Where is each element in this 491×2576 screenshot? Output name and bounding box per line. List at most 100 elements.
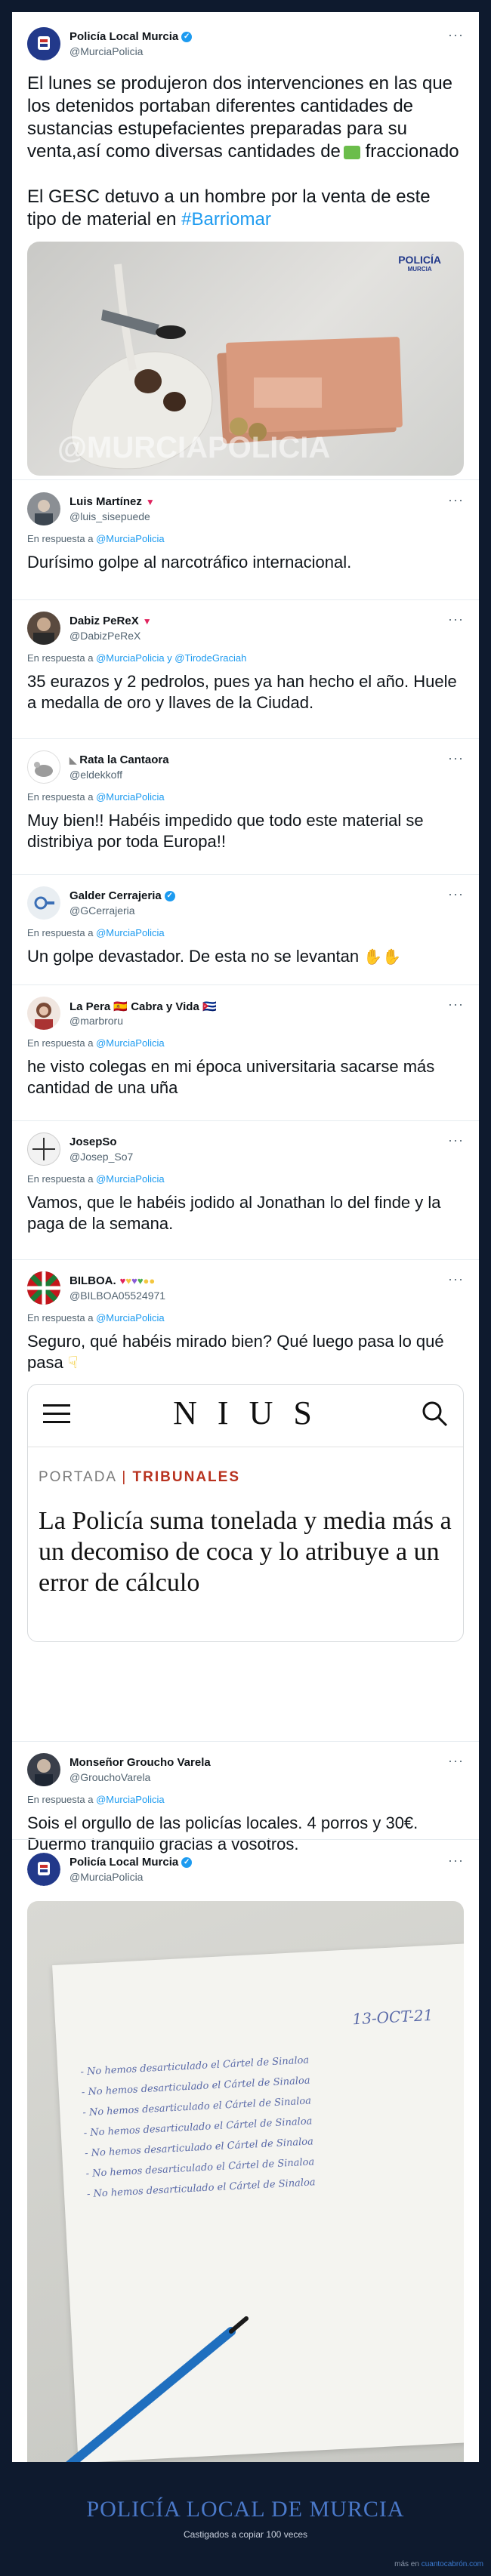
reply-context: En respuesta a @MurciaPolicia <box>27 1037 464 1049</box>
reply-mention[interactable]: @MurciaPolicia <box>96 927 165 938</box>
tweet-text: Seguro, qué habéis mirado bien? Qué lueg… <box>27 1331 464 1373</box>
notebook-photo[interactable]: 13-OCT-21 - No hemos desarticulado el Cá… <box>27 1901 464 2462</box>
avatar[interactable] <box>27 1132 60 1166</box>
tweet-text-body: Seguro, qué habéis mirado bien? Qué lueg… <box>27 1332 444 1372</box>
author-name[interactable]: JosepSo <box>69 1135 117 1148</box>
author-name-text: La Pera 🇪🇸 Cabra y Vida 🇨🇺 <box>69 1000 217 1013</box>
reply-mention[interactable]: @MurciaPolicia <box>96 791 165 803</box>
reply-tweet[interactable]: Dabiz PeReX ▼ @DabizPeReX ··· En respuest… <box>27 607 464 713</box>
embedded-article-card[interactable]: N I U S PORTADA | TRIBUNALES La Policía … <box>27 1384 464 1642</box>
avatar[interactable] <box>27 492 60 525</box>
screenshot-frame: Policía Local Murcia ✓ @MurciaPolicia ···… <box>12 12 479 2462</box>
author-name-text: JosepSo <box>69 1135 117 1148</box>
author-name-text: Policía Local Murcia <box>69 1856 179 1869</box>
footer-source[interactable]: más en cuantocabrón.com <box>394 2560 483 2568</box>
more-options-icon[interactable]: ··· <box>448 750 464 766</box>
author-handle[interactable]: @GCerrajeria <box>69 904 135 917</box>
more-options-icon[interactable]: ··· <box>448 1853 464 1869</box>
avatar[interactable] <box>27 1853 60 1886</box>
author-name[interactable]: La Pera 🇪🇸 Cabra y Vida 🇨🇺 <box>69 1000 217 1013</box>
tweet-text-body: Un golpe devastador. De esta no se levan… <box>27 947 360 966</box>
heart-icon: ▼ <box>145 497 155 507</box>
reply-mention[interactable]: @MurciaPolicia y @TirodeGraciah <box>96 652 246 664</box>
main-tweet[interactable]: Policía Local Murcia ✓ @MurciaPolicia ···… <box>27 23 464 476</box>
logo-line2: MURCIA <box>407 266 432 273</box>
more-options-icon[interactable]: ··· <box>448 492 464 508</box>
avatar[interactable] <box>27 1753 60 1786</box>
ikurrina-flag-icon <box>27 1271 60 1305</box>
reply-tweet[interactable]: JosepSo @Josep_So7 ··· En respuesta a @M… <box>27 1128 464 1234</box>
reply-mention[interactable]: @MurciaPolicia <box>96 1173 165 1185</box>
tweet-header: ◣ Rata la Cantaora @eldekkoff ··· <box>27 746 464 788</box>
person-photo-icon <box>35 500 53 525</box>
author-name[interactable]: Policía Local Murcia ✓ <box>69 1856 193 1869</box>
author-name-text: Monseñor Groucho Varela <box>69 1756 211 1769</box>
more-options-icon[interactable]: ··· <box>448 997 464 1012</box>
reply-mention[interactable]: @MurciaPolicia <box>96 1794 165 1805</box>
reply-mention[interactable]: @MurciaPolicia <box>96 1312 165 1323</box>
avatar[interactable] <box>27 612 60 645</box>
author-name[interactable]: BILBOA. ♥♥♥♥●● <box>69 1274 155 1287</box>
reply-context: En respuesta a @MurciaPolicia <box>27 927 464 938</box>
search-icon[interactable] <box>421 1400 448 1431</box>
watermark: @MURCIAPOLICIA <box>57 431 331 464</box>
article-headline[interactable]: La Policía suma tonelada y media más a u… <box>39 1505 452 1598</box>
avatar[interactable] <box>27 27 60 60</box>
avatar[interactable] <box>27 886 60 920</box>
reply-tweet[interactable]: Galder Cerrajeria ✓ @GCerrajeria ··· En r… <box>27 882 464 968</box>
key-logo-icon <box>34 896 54 910</box>
avatar[interactable] <box>27 750 60 784</box>
breadcrumb-section[interactable]: PORTADA <box>39 1469 116 1485</box>
reply-tweet[interactable]: La Pera 🇪🇸 Cabra y Vida 🇨🇺 @marbroru ···… <box>27 992 464 1098</box>
author-name[interactable]: Monseñor Groucho Varela <box>69 1756 211 1769</box>
more-options-icon[interactable]: ··· <box>448 612 464 627</box>
reply-mention[interactable]: @MurciaPolicia <box>96 1037 165 1049</box>
author-handle[interactable]: @GrouchoVarela <box>69 1771 150 1783</box>
raised-hands-icon: ✋✋ <box>363 949 402 966</box>
author-handle[interactable]: @MurciaPolicia <box>69 45 143 57</box>
author-name[interactable]: Luis Martínez ▼ <box>69 495 155 508</box>
author-handle[interactable]: @marbroru <box>69 1015 123 1027</box>
reply-mention[interactable]: @MurciaPolicia <box>96 533 165 544</box>
tweet-text: he visto colegas en mi época universitar… <box>27 1057 435 1097</box>
author-handle[interactable]: @MurciaPolicia <box>69 1871 143 1883</box>
breadcrumb-subsection[interactable]: TRIBUNALES <box>133 1469 240 1485</box>
author-handle[interactable]: @luis_sisepuede <box>69 510 150 522</box>
person-photo-icon <box>35 1003 53 1030</box>
author-name[interactable]: Dabiz PeReX ▼ <box>69 615 152 627</box>
hearts-emoji-icon: ♥♥♥♥●● <box>119 1275 156 1286</box>
nius-logo[interactable]: N I U S <box>28 1394 463 1432</box>
more-options-icon[interactable]: ··· <box>448 1271 464 1287</box>
reply-prefix: En respuesta a <box>27 652 94 664</box>
person-photo-icon <box>35 1759 53 1786</box>
more-options-icon[interactable]: ··· <box>448 27 464 43</box>
reply-context: En respuesta a @MurciaPolicia <box>27 1794 464 1805</box>
reply-context: En respuesta a @MurciaPolicia <box>27 1312 464 1323</box>
author-name[interactable]: Galder Cerrajeria ✓ <box>69 889 175 902</box>
reply-tweet[interactable]: Luis Martínez ▼ @luis_sisepuede ··· En re… <box>27 488 464 573</box>
author-name[interactable]: Policía Local Murcia ✓ <box>69 30 193 43</box>
reply-tweet[interactable]: BILBOA. ♥♥♥♥●● @BILBOA05524971 ··· En res… <box>27 1267 464 1642</box>
verified-icon: ✓ <box>181 32 193 43</box>
tweet-header: La Pera 🇪🇸 Cabra y Vida 🇨🇺 @marbroru ··· <box>27 992 464 1034</box>
author-name[interactable]: ◣ Rata la Cantaora <box>69 753 169 766</box>
avatar[interactable] <box>27 997 60 1030</box>
author-handle[interactable]: @BILBOA05524971 <box>69 1290 165 1302</box>
avatar[interactable] <box>27 1271 60 1305</box>
author-handle[interactable]: @Josep_So7 <box>69 1151 133 1163</box>
more-options-icon[interactable]: ··· <box>448 886 464 902</box>
crosshair-icon <box>32 1138 55 1160</box>
site-footer: POLICÍA LOCAL DE MURCIA Castigados a cop… <box>0 2463 491 2576</box>
reply-tweet[interactable]: Policía Local Murcia ✓ @MurciaPolicia ···… <box>27 1848 464 2462</box>
more-options-icon[interactable]: ··· <box>448 1132 464 1148</box>
author-handle[interactable]: @DabizPeReX <box>69 630 141 642</box>
footer-source-brand[interactable]: cuantocabrón.com <box>422 2560 483 2568</box>
tweet-header: Galder Cerrajeria ✓ @GCerrajeria ··· <box>27 882 464 924</box>
divider <box>12 874 479 875</box>
hashtag-link[interactable]: #Barriomar <box>181 209 271 230</box>
tweet-photo[interactable]: POLICÍA MURCIA @MURCIAPOLICIA <box>27 242 464 476</box>
author-handle[interactable]: @eldekkoff <box>69 769 122 781</box>
reply-tweet[interactable]: ◣ Rata la Cantaora @eldekkoff ··· En resp… <box>27 746 464 852</box>
more-options-icon[interactable]: ··· <box>448 1753 464 1769</box>
footer-subtitle: Castigados a copiar 100 veces <box>183 2529 308 2540</box>
